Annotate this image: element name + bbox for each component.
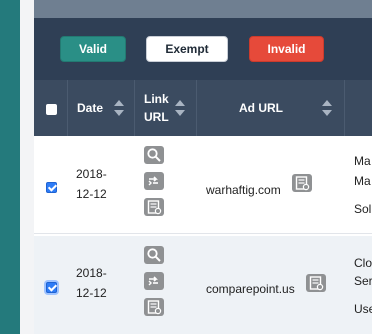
details-icon[interactable] xyxy=(306,274,326,292)
date-cell: 2018- 12-12 xyxy=(76,164,107,204)
column-separator xyxy=(134,80,135,136)
column-separator xyxy=(196,80,197,136)
details-icon[interactable] xyxy=(144,198,164,216)
next-column-text: Ma xyxy=(354,174,371,188)
content-panel: Valid Exempt Invalid Date Link URL Ad UR… xyxy=(34,0,372,334)
link-actions xyxy=(144,246,164,324)
date-line1: 2018- xyxy=(76,167,107,181)
ad-url-sort-icon[interactable] xyxy=(322,99,332,117)
link-url-sort-icon[interactable] xyxy=(175,99,185,117)
search-icon[interactable] xyxy=(144,246,164,264)
column-separator xyxy=(344,80,345,136)
exempt-button[interactable]: Exempt xyxy=(146,36,228,62)
redirect-icon[interactable] xyxy=(144,172,164,190)
table-header: Date Link URL Ad URL xyxy=(34,80,372,136)
next-column-text: Sol xyxy=(354,202,372,216)
ad-url-cell: warhaftig.com xyxy=(206,183,281,197)
redirect-icon[interactable] xyxy=(144,272,164,290)
action-toolbar: Valid Exempt Invalid xyxy=(34,18,372,80)
ad-url-header[interactable]: Ad URL xyxy=(239,99,283,117)
date-sort-icon[interactable] xyxy=(114,99,124,117)
row-checkbox[interactable] xyxy=(46,182,57,193)
row-checkbox[interactable] xyxy=(46,282,57,293)
valid-button[interactable]: Valid xyxy=(60,36,126,62)
date-header[interactable]: Date xyxy=(77,99,103,117)
link-url-header-line1[interactable]: Link xyxy=(144,90,169,108)
next-column-text: Use xyxy=(354,302,372,316)
left-rail xyxy=(0,0,20,334)
search-icon[interactable] xyxy=(144,146,164,164)
details-icon[interactable] xyxy=(292,174,312,192)
link-url-header-line2[interactable]: URL xyxy=(144,108,169,126)
table-row: 2018- 12-12 warhaftig.com Ma Ma Sol xyxy=(34,136,372,234)
next-column-text: Ma xyxy=(354,154,371,168)
select-all-checkbox[interactable] xyxy=(46,104,57,115)
next-column-text: Ser xyxy=(354,274,372,288)
column-separator xyxy=(67,80,68,136)
ad-url-cell: comparepoint.us xyxy=(206,282,295,296)
date-line2: 12-12 xyxy=(76,187,107,201)
link-actions xyxy=(144,146,164,224)
date-line2: 12-12 xyxy=(76,286,107,300)
rail-gap xyxy=(20,0,34,334)
date-line1: 2018- xyxy=(76,266,107,280)
details-icon[interactable] xyxy=(144,298,164,316)
date-cell: 2018- 12-12 xyxy=(76,263,107,303)
top-strip xyxy=(34,0,372,18)
invalid-button[interactable]: Invalid xyxy=(249,36,324,62)
table-row: 2018- 12-12 comparepoint.us Clo Ser Use xyxy=(34,236,372,334)
